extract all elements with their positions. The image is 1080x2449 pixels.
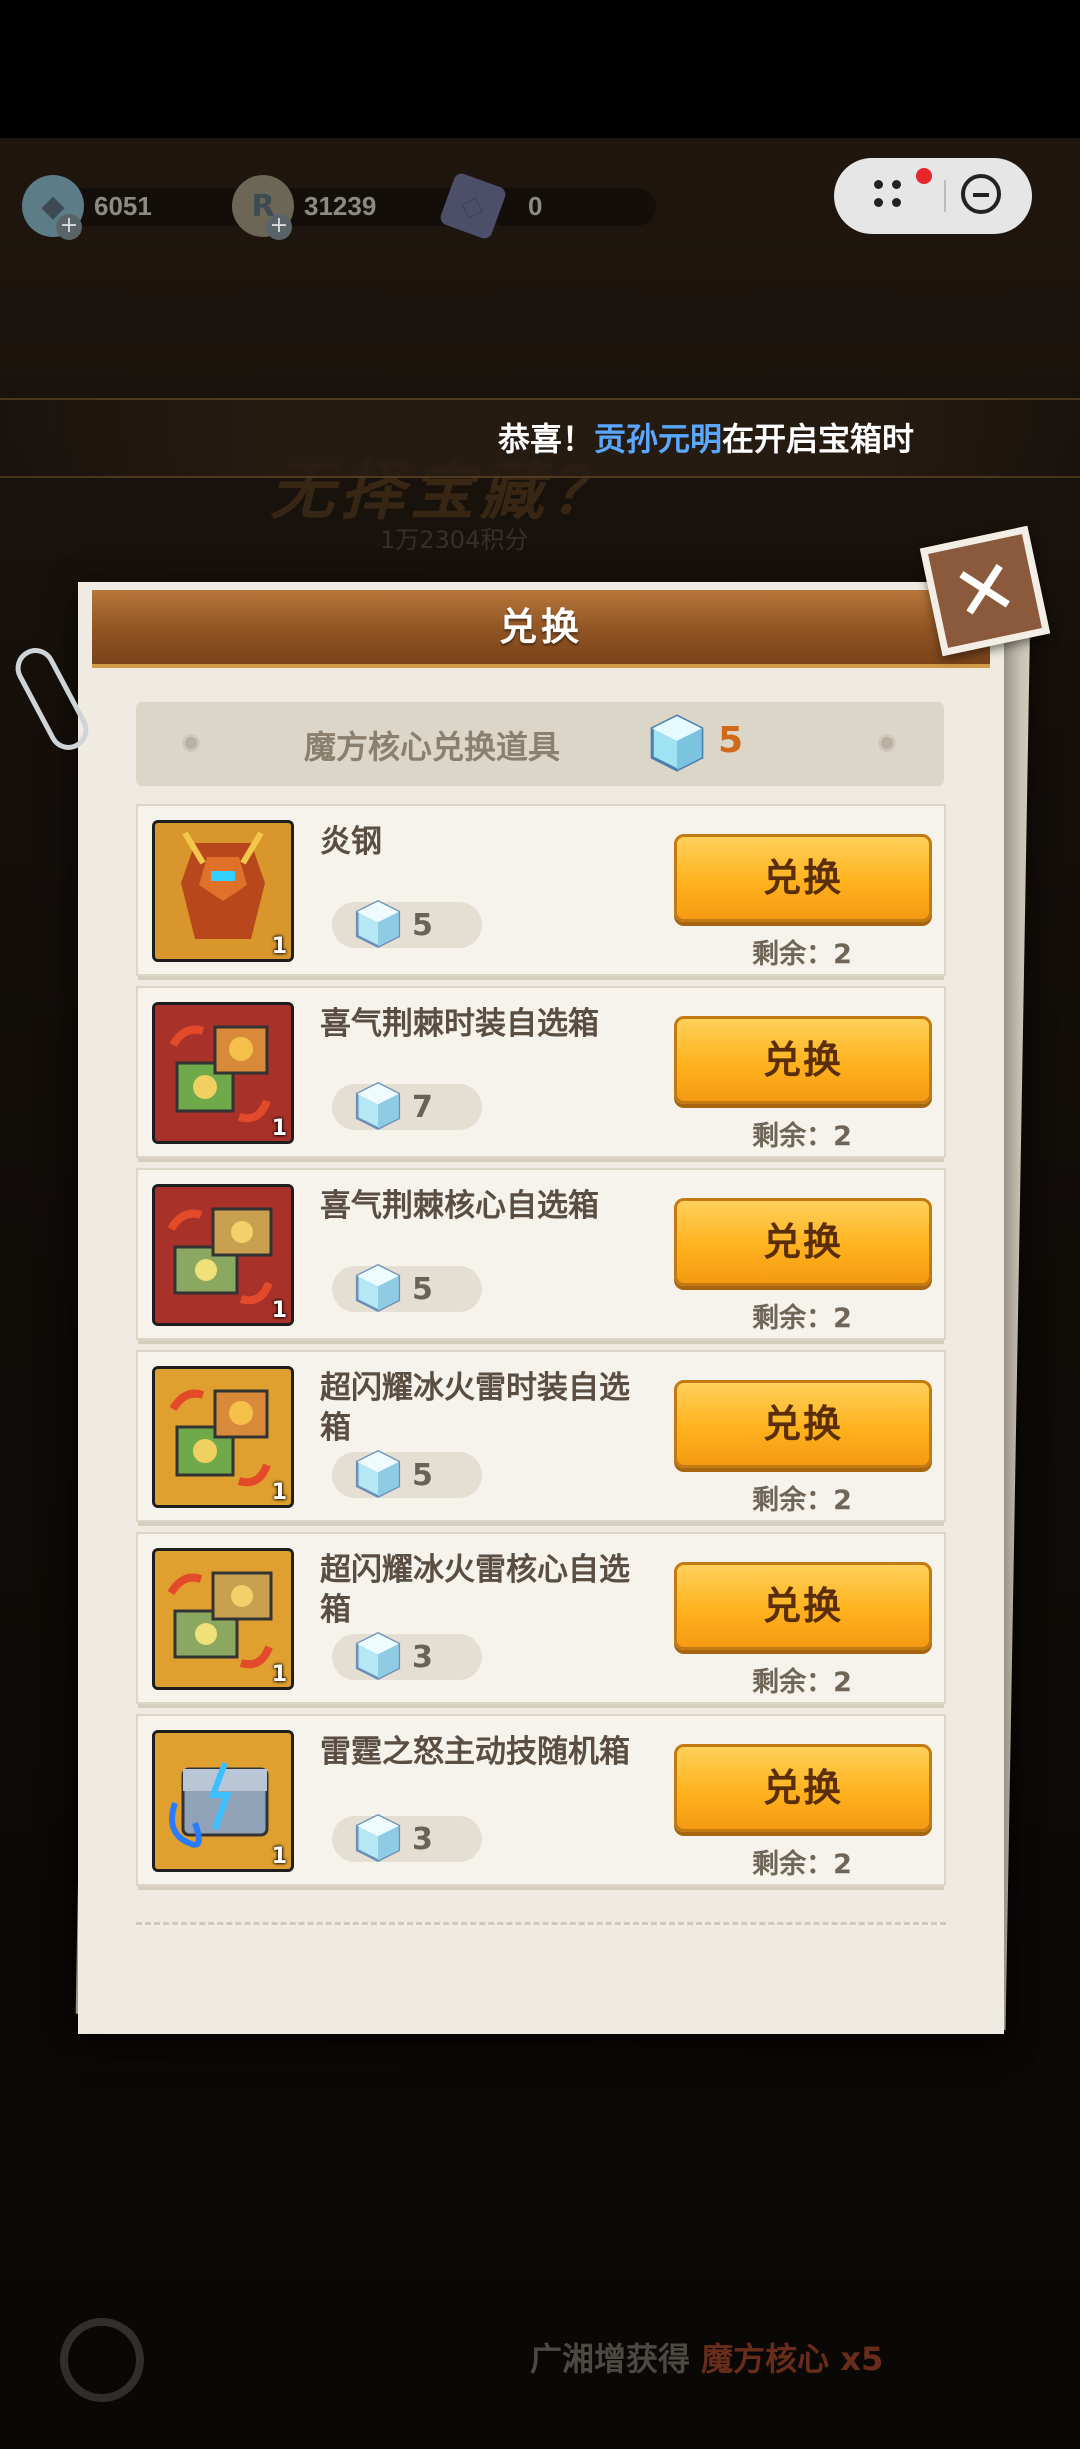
close-button[interactable]: ✕ xyxy=(919,525,1051,657)
mech-warrior-icon[interactable]: 1 xyxy=(152,820,294,962)
add-coin-icon[interactable]: + xyxy=(266,214,292,240)
exchange-item-row-6: 1 雷霆之怒主动技随机箱 3 兑换 剩余：2 xyxy=(136,1714,946,1890)
item-name: 超闪耀冰火雷核心自选箱 xyxy=(320,1552,630,1628)
remaining-count: 剩余：2 xyxy=(752,1485,852,1516)
item-quantity: 1 xyxy=(271,934,287,959)
item-cost: 3 xyxy=(332,1814,482,1862)
exchange-button[interactable]: 兑换 xyxy=(674,1380,932,1468)
list-end-divider xyxy=(136,1922,946,1925)
back-arrow-icon[interactable] xyxy=(60,2318,144,2402)
cube-core-icon xyxy=(355,1450,401,1498)
cube-core-icon xyxy=(355,1082,401,1130)
notification-dot xyxy=(916,168,932,184)
mini-program-capsule xyxy=(834,158,1032,234)
cube-core-icon xyxy=(355,1264,401,1312)
owned-core-count: 5 xyxy=(718,720,744,761)
remaining-count: 剩余：2 xyxy=(752,1849,852,1880)
section-title: 魔方核心兑换道具 xyxy=(304,728,561,766)
cube-core-icon xyxy=(355,1632,401,1680)
costume-chest-icon[interactable]: 1 xyxy=(152,1002,294,1144)
item-cost-value: 5 xyxy=(412,1458,433,1493)
item-cost: 3 xyxy=(332,1632,482,1680)
item-cost: 7 xyxy=(332,1082,482,1130)
exchange-item-row-1: 1 炎钢 5 兑换 剩余：2 xyxy=(136,804,946,980)
exchange-button[interactable]: 兑换 xyxy=(674,1562,932,1650)
item-quantity: 1 xyxy=(271,1116,287,1141)
exchange-item-row-2: 1 喜气荆棘时装自选箱 7 兑换 剩余：2 xyxy=(136,986,946,1162)
add-crystal-icon[interactable]: + xyxy=(56,214,82,240)
thunder-chest-icon[interactable]: 1 xyxy=(152,1730,294,1872)
exchange-button[interactable]: 兑换 xyxy=(674,1016,932,1104)
announcement-prefix: 恭喜！ xyxy=(498,420,595,458)
item-quantity: 1 xyxy=(271,1844,287,1869)
remaining-count: 剩余：2 xyxy=(752,1667,852,1698)
dialog-header: 兑换 xyxy=(92,590,990,668)
minimize-icon[interactable] xyxy=(961,174,1001,214)
remaining-count: 剩余：2 xyxy=(752,1121,852,1152)
exchange-button[interactable]: 兑换 xyxy=(674,834,932,922)
item-cost-value: 5 xyxy=(412,1272,433,1307)
left-rivet-icon xyxy=(182,734,200,752)
exchange-item-row-4: 1 超闪耀冰火雷时装自选箱 5 兑换 剩余：2 xyxy=(136,1350,946,1526)
cube-core-icon xyxy=(355,900,401,948)
item-cost-value: 3 xyxy=(412,1640,433,1675)
item-name: 喜气荆棘时装自选箱 xyxy=(320,1006,599,1042)
item-cost: 5 xyxy=(332,1450,482,1498)
cube-core-icon xyxy=(650,714,704,772)
exchange-dialog: 兑换 魔方核心兑换道具 5 1 炎钢 5 兑换 剩余：2 1 喜气荆棘时装自选箱… xyxy=(78,582,1004,2034)
item-cost-value: 5 xyxy=(412,908,433,943)
more-options-icon[interactable] xyxy=(874,178,910,214)
exchange-button[interactable]: 兑换 xyxy=(674,1744,932,1832)
remaining-count: 剩余：2 xyxy=(752,939,852,970)
item-cost: 5 xyxy=(332,1264,482,1312)
ticket-amount: 0 xyxy=(528,190,543,221)
costume-chest-icon[interactable]: 1 xyxy=(152,1366,294,1508)
core-chest-icon[interactable]: 1 xyxy=(152,1184,294,1326)
close-icon: ✕ xyxy=(944,540,1026,641)
cube-core-icon xyxy=(355,1814,401,1862)
item-quantity: 1 xyxy=(271,1480,287,1505)
item-cost-value: 3 xyxy=(412,1822,433,1857)
bottom-reward-text: 广湘增获得 魔方核心 x5 xyxy=(530,2340,884,2378)
crystal-amount: 6051 xyxy=(94,190,152,221)
resource-coin[interactable]: R + 31239 xyxy=(232,175,472,240)
announcement-player: 贡孙元明 xyxy=(594,420,723,458)
coin-amount: 31239 xyxy=(304,190,377,221)
item-name: 炎钢 xyxy=(320,824,382,860)
exchange-item-row-5: 1 超闪耀冰火雷核心自选箱 3 兑换 剩余：2 xyxy=(136,1532,946,1708)
resource-ticket[interactable]: ◇ 0 xyxy=(438,171,656,241)
item-name: 喜气荆棘核心自选箱 xyxy=(320,1188,599,1224)
announcement-banner: 恭喜！贡孙元明在开启宝箱时 xyxy=(0,398,1080,478)
item-quantity: 1 xyxy=(271,1662,287,1687)
core-chest-icon[interactable]: 1 xyxy=(152,1548,294,1690)
ticket-card-icon: ◇ xyxy=(438,171,508,241)
item-cost: 5 xyxy=(332,900,482,948)
item-quantity: 1 xyxy=(271,1298,287,1323)
section-header: 魔方核心兑换道具 5 xyxy=(136,702,944,786)
right-rivet-icon xyxy=(878,734,896,752)
remaining-count: 剩余：2 xyxy=(752,1303,852,1334)
exchange-item-row-3: 1 喜气荆棘核心自选箱 5 兑换 剩余：2 xyxy=(136,1168,946,1344)
exchange-button[interactable]: 兑换 xyxy=(674,1198,932,1286)
item-cost-value: 7 xyxy=(412,1090,433,1125)
announcement-suffix: 在开启宝箱时 xyxy=(722,420,915,458)
item-name: 雷霆之怒主动技随机箱 xyxy=(320,1734,630,1770)
resource-crystal[interactable]: ◆ + 6051 xyxy=(22,175,262,240)
status-bar xyxy=(0,0,1080,138)
item-name: 超闪耀冰火雷时装自选箱 xyxy=(320,1370,630,1446)
dialog-title: 兑换 xyxy=(498,605,583,649)
